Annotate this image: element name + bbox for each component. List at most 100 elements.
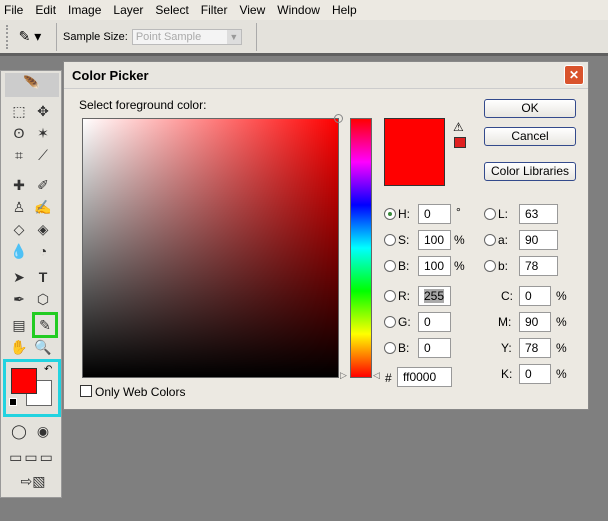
blue-field[interactable]: 0 <box>418 338 451 358</box>
y-unit: % <box>556 341 567 355</box>
h-label: H: <box>398 207 410 221</box>
foreground-color-swatch[interactable] <box>11 368 37 394</box>
b-field[interactable]: 100 <box>418 256 451 276</box>
toolbox: 🪶 ⬚ ✥ ʘ ✶ ⌗ ⟋ ✚ ✐ ♙ ✍ ◇ ◈ 💧 ◔ ➤ T ✒ ⬡ ▤ … <box>0 70 62 498</box>
s-unit: % <box>454 233 465 247</box>
shape-tool-icon[interactable]: ⬡ <box>32 289 54 309</box>
eyedropper-tool-icon[interactable]: ✎ <box>32 312 58 338</box>
menu-window[interactable]: Window <box>277 3 320 17</box>
radio-s[interactable] <box>384 234 396 246</box>
menu-help[interactable]: Help <box>332 3 357 17</box>
prompt-label: Select foreground color: <box>79 98 207 112</box>
gamut-warning-icon[interactable]: ⚠ <box>453 120 464 134</box>
y-field[interactable]: 78 <box>519 338 551 358</box>
color-field-cursor[interactable] <box>334 114 343 123</box>
radio-lab-b[interactable] <box>484 260 496 272</box>
healing-brush-icon[interactable]: ✚ <box>8 175 30 195</box>
menu-layer[interactable]: Layer <box>113 3 143 17</box>
blue-label: B: <box>398 341 410 355</box>
brush-tool-icon[interactable]: ✐ <box>32 175 54 195</box>
only-web-colors-checkbox[interactable] <box>80 385 92 397</box>
jump-to-imageready-icon[interactable]: ⇨▧ <box>8 471 58 491</box>
menu-bar: File Edit Image Layer Select Filter View… <box>0 0 608 20</box>
l-field[interactable]: 63 <box>519 204 558 224</box>
history-brush-icon[interactable]: ✍ <box>32 197 54 217</box>
magic-wand-icon[interactable]: ✶ <box>32 123 54 143</box>
hex-field[interactable]: ff0000 <box>397 367 452 387</box>
m-unit: % <box>556 315 567 329</box>
radio-b[interactable] <box>384 260 396 272</box>
s-label: S: <box>398 233 410 247</box>
radio-a[interactable] <box>484 234 496 246</box>
feather-logo-icon: 🪶 <box>5 73 59 97</box>
blur-tool-icon[interactable]: 💧 <box>8 241 30 261</box>
notes-tool-icon[interactable]: ▤ <box>8 315 30 335</box>
eraser-tool-icon[interactable]: ◇ <box>8 219 30 239</box>
pen-tool-icon[interactable]: ✒ <box>8 289 30 309</box>
menu-file[interactable]: File <box>4 3 23 17</box>
k-label: K: <box>501 367 513 381</box>
zoom-tool-icon[interactable]: 🔍 <box>32 337 54 357</box>
close-button[interactable]: ✕ <box>564 65 584 85</box>
color-libraries-button[interactable]: Color Libraries <box>484 162 576 181</box>
path-selection-icon[interactable]: ➤ <box>8 267 30 287</box>
c-label: C: <box>501 289 513 303</box>
sample-size-select[interactable]: Point Sample ▼ <box>131 28 242 45</box>
eyedropper-preset-picker[interactable]: ✎ ▾ <box>10 28 50 45</box>
menu-filter[interactable]: Filter <box>201 3 228 17</box>
h-unit: ° <box>456 205 461 219</box>
g-label: G: <box>398 315 411 329</box>
a-field[interactable]: 90 <box>519 230 558 250</box>
k-field[interactable]: 0 <box>519 364 551 384</box>
type-tool-icon[interactable]: T <box>32 267 54 287</box>
k-unit: % <box>556 367 567 381</box>
screen-mode-icons[interactable]: ▭▭▭ <box>4 447 60 467</box>
default-colors-icon[interactable] <box>9 398 17 406</box>
hand-tool-icon[interactable]: ✋ <box>8 337 30 357</box>
dialog-title: Color Picker <box>64 62 588 89</box>
hue-slider[interactable] <box>350 118 372 378</box>
sample-size-label: Sample Size: <box>63 30 128 43</box>
hex-label: # <box>385 371 392 385</box>
menu-select[interactable]: Select <box>155 3 188 17</box>
y-label: Y: <box>501 341 512 355</box>
s-field[interactable]: 100 <box>418 230 451 250</box>
hue-slider-right-arrow[interactable]: ◁ <box>373 370 380 381</box>
move-tool-icon[interactable]: ✥ <box>32 101 54 121</box>
standard-mode-icon[interactable]: ◯ <box>8 421 30 441</box>
ok-button[interactable]: OK <box>484 99 576 118</box>
menu-image[interactable]: Image <box>68 3 101 17</box>
radio-l[interactable] <box>484 208 496 220</box>
h-field[interactable]: 0 <box>418 204 451 224</box>
b-label: B: <box>398 259 410 273</box>
stamp-tool-icon[interactable]: ♙ <box>8 197 30 217</box>
marquee-tool-icon[interactable]: ⬚ <box>8 101 30 121</box>
menu-edit[interactable]: Edit <box>35 3 56 17</box>
swap-colors-icon[interactable]: ↶ <box>44 364 52 375</box>
paint-bucket-icon[interactable]: ◈ <box>32 219 54 239</box>
r-label: R: <box>398 289 410 303</box>
cancel-button[interactable]: Cancel <box>484 127 576 146</box>
dodge-tool-icon[interactable]: ◔ <box>32 241 54 261</box>
hue-slider-left-arrow[interactable]: ▷ <box>340 370 347 381</box>
crop-tool-icon[interactable]: ⌗ <box>8 145 30 165</box>
lasso-tool-icon[interactable]: ʘ <box>8 123 30 143</box>
radio-blue[interactable] <box>384 342 396 354</box>
radio-r[interactable] <box>384 290 396 302</box>
radio-h[interactable] <box>384 208 396 220</box>
slice-tool-icon[interactable]: ⟋ <box>32 145 54 165</box>
lab-b-field[interactable]: 78 <box>519 256 558 276</box>
lab-b-label: b: <box>498 259 509 273</box>
c-field[interactable]: 0 <box>519 286 551 306</box>
r-field[interactable]: 255 <box>418 286 451 306</box>
gamut-color-swatch[interactable] <box>454 137 466 148</box>
m-label: M: <box>498 315 512 329</box>
quick-mask-icon[interactable]: ◉ <box>32 421 54 441</box>
radio-g[interactable] <box>384 316 396 328</box>
l-label: L: <box>498 207 509 221</box>
m-field[interactable]: 90 <box>519 312 551 332</box>
color-swatches: ↶ <box>3 359 61 417</box>
g-field[interactable]: 0 <box>418 312 451 332</box>
color-field[interactable] <box>82 114 343 378</box>
menu-view[interactable]: View <box>239 3 265 17</box>
